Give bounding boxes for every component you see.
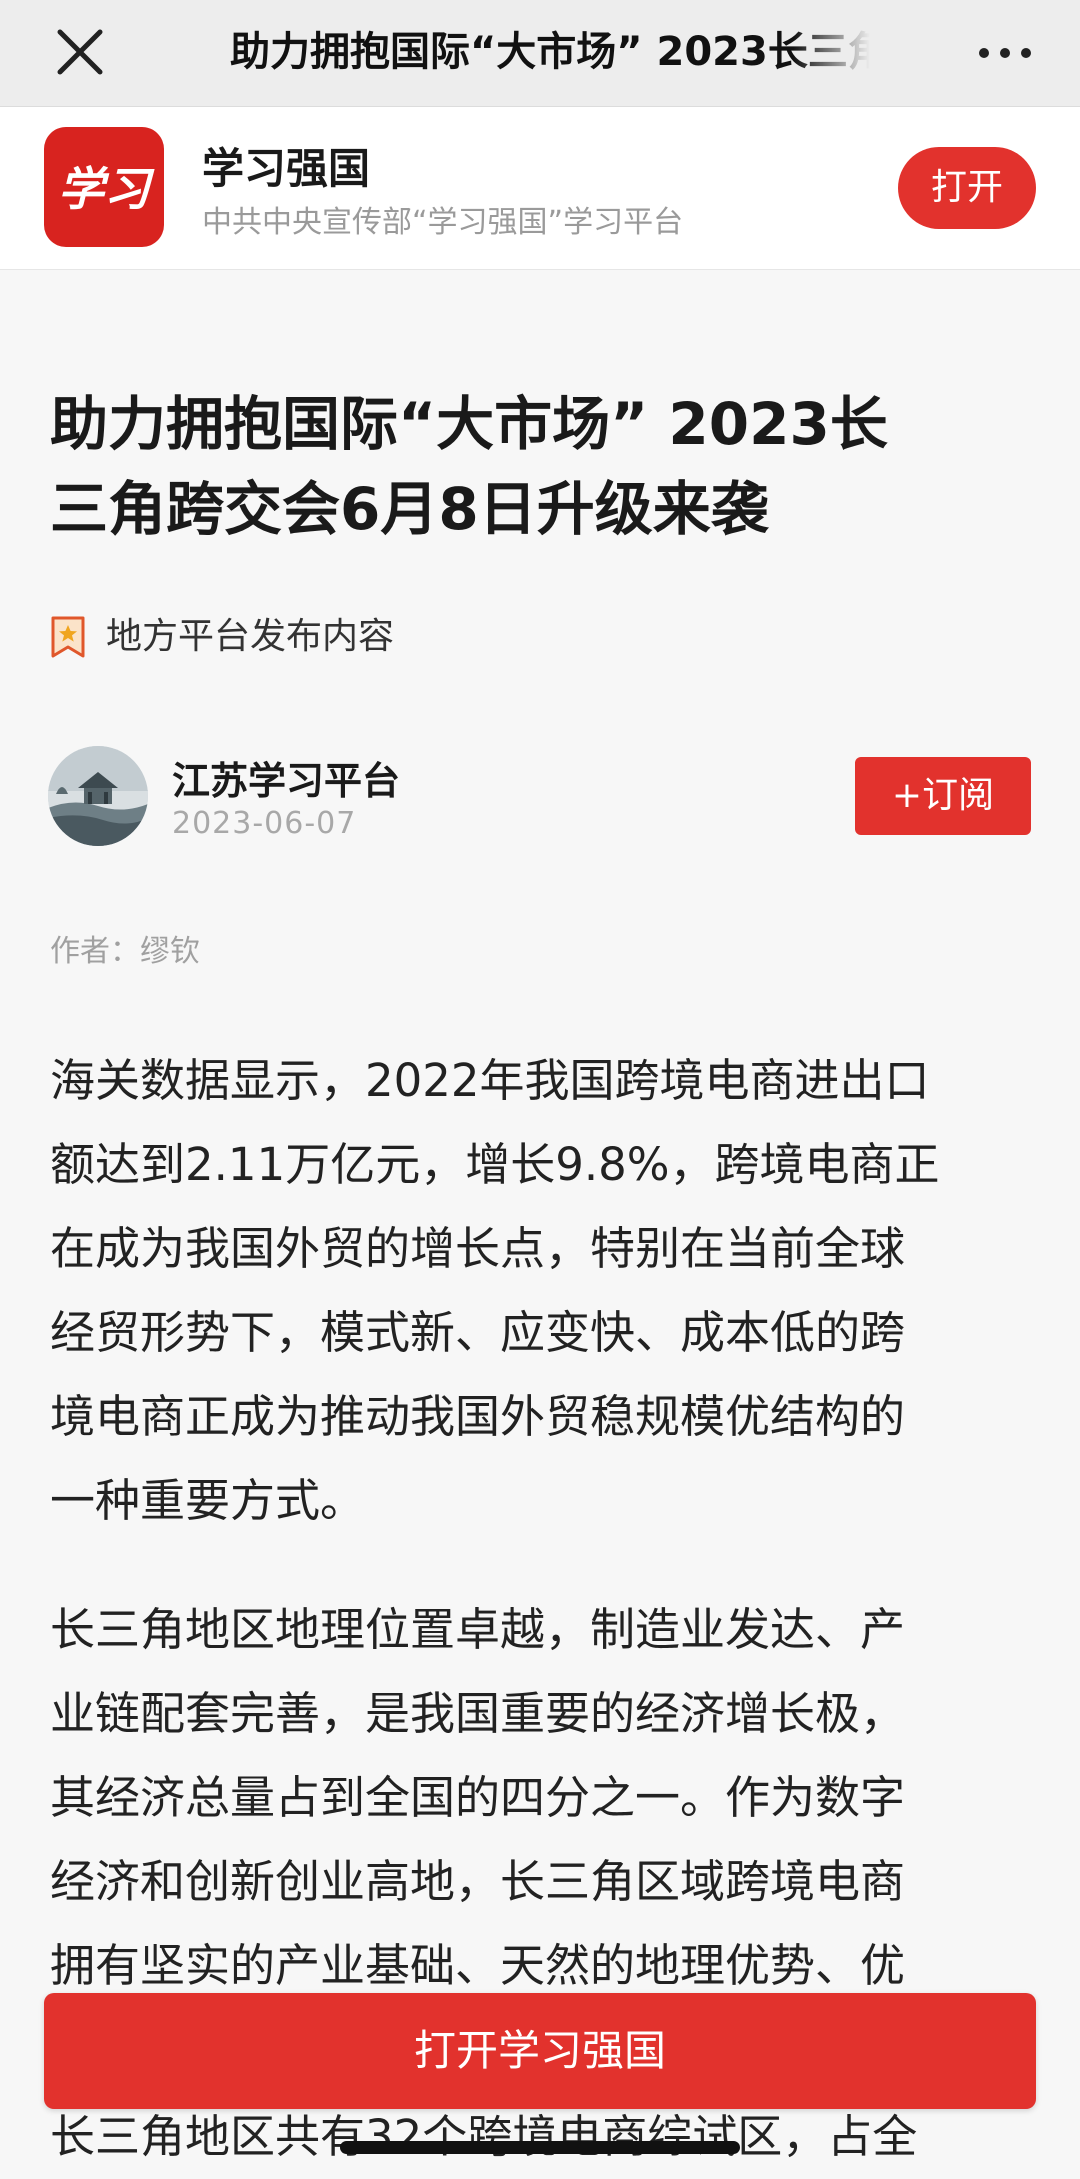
bookmark-star-icon (50, 615, 86, 659)
article-paragraph: 海关数据显示，2022年我国跨境电商进出口 额达到2.11万亿元，增长9.8%，… (50, 1039, 1040, 1543)
author-name[interactable]: 江苏学习平台 (172, 750, 400, 805)
page-title: 助力拥抱国际“大市场” 2023长三角跨交会6月8日升级来袭 (230, 29, 870, 75)
app-description: 中共中央宣传部“学习强国”学习平台 (202, 205, 684, 240)
article-title-line: 助力拥抱国际“大市场” 2023长 (50, 390, 888, 458)
subscribe-button[interactable]: +订阅 (855, 757, 1031, 835)
paragraph-line: 长三角地区地理位置卓越，制造业发达、产 (50, 1603, 906, 1656)
source-tag-label: 地方平台发布内容 (106, 616, 395, 657)
more-dots-icon[interactable] (975, 28, 1035, 78)
paragraph-line: 业链配套完善，是我国重要的经济增长极， (50, 1687, 906, 1740)
article-title: 助力拥抱国际“大市场” 2023长 三角跨交会6月8日升级来袭 (50, 382, 1040, 552)
byline: 作者：缪钦 (50, 934, 200, 969)
paragraph-line: 额达到2.11万亿元，增长9.8%，跨境电商正 (50, 1138, 940, 1191)
article-title-line: 三角跨交会6月8日升级来袭 (50, 475, 769, 543)
publish-date: 2023-06-07 (172, 806, 357, 841)
paragraph-line: 在成为我国外贸的增长点，特别在当前全球 (50, 1222, 906, 1275)
avatar[interactable] (48, 746, 148, 846)
close-icon[interactable] (50, 22, 110, 82)
app-name: 学习强国 (202, 144, 371, 193)
paragraph-line: 海关数据显示，2022年我国跨境电商进出口 (50, 1054, 930, 1107)
top-navbar: 助力拥抱国际“大市场” 2023长三角跨交会6月8日升级来袭 (0, 0, 1080, 107)
app-banner: 学习 学习强国 中共中央宣传部“学习强国”学习平台 打开 (0, 107, 1080, 270)
article-paragraph: 长三角地区地理位置卓越，制造业发达、产 业链配套完善，是我国重要的经济增长极， … (50, 1588, 1040, 2008)
home-indicator[interactable] (340, 2141, 740, 2154)
paragraph-line: 其经济总量占到全国的四分之一。作为数字 (50, 1771, 906, 1824)
open-app-button[interactable]: 打开 (898, 147, 1036, 229)
paragraph-line: 境电商正成为推动我国外贸稳规模优结构的 (50, 1390, 906, 1443)
open-app-cta-button[interactable]: 打开学习强国 (44, 1993, 1036, 2109)
paragraph-line: 一种重要方式。 (50, 1474, 366, 1527)
paragraph-line: 经济和创新创业高地，长三角区域跨境电商 (50, 1855, 906, 1908)
paragraph-line: 经贸形势下，模式新、应变快、成本低的跨 (50, 1306, 906, 1359)
svg-text:学习: 学习 (58, 162, 155, 216)
app-logo: 学习 (44, 127, 164, 247)
